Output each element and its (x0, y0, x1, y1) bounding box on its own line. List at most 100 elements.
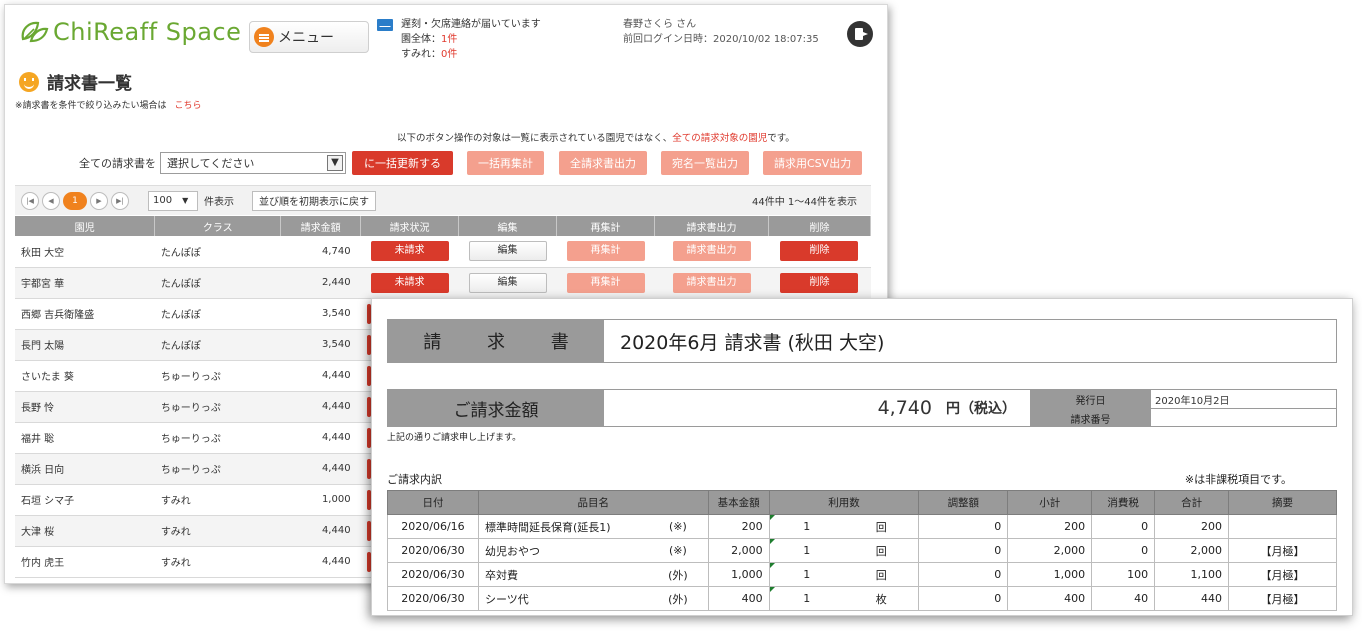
per-page-select[interactable]: 100 ▼ (148, 190, 198, 211)
filter-note: ※請求書を条件で絞り込みたい場合は こちら (15, 98, 202, 111)
item-name: 幼児おやつ (477, 538, 649, 563)
bulk-recalc-button[interactable]: 一括再集計 (467, 151, 544, 175)
bulk-status-select[interactable]: 選択してください ▼ (160, 152, 346, 174)
status-button[interactable] (366, 334, 371, 355)
status-button[interactable] (366, 489, 371, 510)
table-header-row: 園児 クラス 請求金額 請求状況 編集 再集計 請求書出力 削除 (15, 216, 872, 236)
notice-all-count[interactable]: 1件 (441, 34, 457, 45)
status-button[interactable] (366, 427, 371, 448)
col-amount[interactable]: 請求金額 (280, 216, 362, 236)
notice-class-count[interactable]: 0件 (441, 49, 457, 60)
notice-class-label: すみれ： (401, 49, 441, 60)
item-date: 2020/06/30 (387, 538, 479, 563)
item-date: 2020/06/16 (387, 514, 479, 539)
tax-note: ※は非課税項目です。 (1184, 473, 1292, 486)
pagination-bar: |◀ ◀ 1 ▶ ▶| 100 ▼ 件表示 並び順を初期表示に戻す 44件中 1～… (15, 185, 871, 215)
item-mark: (※) (648, 538, 709, 563)
item-adjust: 0 (918, 586, 1009, 611)
invoice-amount: 3,540 (280, 329, 361, 361)
status-button[interactable] (366, 551, 371, 572)
filter-link[interactable]: こちら (175, 101, 202, 111)
bulk-action-bar: 全ての請求書を 選択してください ▼ に一括更新する 一括再集計 全請求書出力 … (79, 151, 863, 175)
address-list-output-button[interactable]: 宛名一覧出力 (661, 151, 749, 175)
status-button[interactable] (366, 365, 371, 386)
all-invoice-output-button[interactable]: 全請求書出力 (559, 151, 647, 175)
first-page-button[interactable]: |◀ (21, 191, 39, 210)
status-button[interactable]: 未請求 (370, 241, 449, 262)
per-page-label: 件表示 (204, 197, 234, 208)
invoice-document-window: 請 求 書 2020年6月 請求書 (秋田 大空) ご請求金額 4,740 円（… (371, 298, 1353, 616)
reset-sort-button[interactable]: 並び順を初期表示に戻す (252, 190, 376, 211)
col-qty: 利用数 (768, 490, 920, 515)
chevron-down-icon[interactable]: ▼ (327, 155, 343, 171)
child-class: ちゅーりっぷ (154, 453, 281, 485)
status-button[interactable]: 未請求 (370, 272, 449, 293)
invoice-amount: 4,440 (280, 360, 361, 392)
app-logo[interactable]: ChiReaff Space (19, 15, 241, 49)
invoice-header: 請 求 書 2020年6月 請求書 (秋田 大空) (387, 319, 1337, 363)
col-base: 基本金額 (707, 490, 770, 515)
status-button[interactable] (366, 458, 371, 479)
item-mark: (外) (648, 586, 709, 611)
item-tax: 0 (1091, 538, 1156, 563)
item-mark: (※) (648, 514, 709, 539)
notice-message: 遅刻・欠席連絡が届いています (401, 19, 541, 30)
item-mark: (外) (648, 562, 709, 587)
status-button[interactable] (366, 396, 371, 417)
invoice-amount: 4,440 (280, 391, 361, 423)
item-name: 卒対費 (477, 562, 649, 587)
amount-value: 4,740 (877, 397, 932, 419)
current-page[interactable]: 1 (63, 191, 87, 210)
invoice-amount: 4,440 (280, 453, 361, 485)
absence-notice[interactable]: 遅刻・欠席連絡が届いています 園全体：1件 すみれ：0件 (377, 17, 541, 62)
issue-date-label: 発行日 (1030, 390, 1150, 409)
prev-page-button[interactable]: ◀ (42, 191, 60, 210)
child-name: 長野 怜 (15, 391, 155, 423)
delete-button[interactable]: 削除 (780, 272, 859, 293)
edit-button[interactable]: 編集 (468, 272, 547, 293)
child-name: 石垣 シマ子 (15, 484, 155, 516)
csv-output-button[interactable]: 請求用CSV出力 (763, 151, 863, 175)
invoice-item-row: 2020/06/30 幼児おやつ (※) 2,000 1 回 0 2,000 0… (387, 538, 1337, 563)
amount-unit: 円（税込） (946, 401, 1016, 417)
child-class: ちゅーりっぷ (154, 360, 281, 392)
bulk-select-value: 選択してください (167, 157, 255, 170)
menu-button[interactable]: メニュー (249, 21, 369, 53)
item-unit: 枚 (844, 586, 920, 611)
item-qty: 1 (803, 592, 811, 605)
cell-marker (769, 539, 775, 544)
amount-label: ご請求金額 (388, 390, 604, 426)
item-total: 200 (1154, 514, 1230, 539)
status-button[interactable] (366, 303, 371, 324)
item-total: 1,100 (1154, 562, 1230, 587)
invoice-no-value (1150, 409, 1336, 427)
smile-icon (19, 71, 39, 92)
breakdown-title: ご請求内訳 (387, 473, 442, 486)
invoice-output-button[interactable]: 請求書出力 (672, 241, 751, 262)
child-class: ちゅーりっぷ (154, 422, 281, 454)
last-page-button[interactable]: ▶| (111, 191, 129, 210)
child-name: さいたま 葵 (15, 360, 155, 392)
item-adjust: 0 (918, 538, 1009, 563)
delete-button[interactable]: 削除 (780, 241, 859, 262)
col-child[interactable]: 園児 (15, 216, 156, 236)
status-button[interactable] (366, 520, 371, 541)
invoice-output-button[interactable]: 請求書出力 (672, 272, 751, 293)
child-name: 西郷 吉兵衛隆盛 (15, 298, 155, 330)
edit-button[interactable]: 編集 (468, 241, 547, 262)
logo-text: ChiReaff Space (53, 18, 242, 46)
col-class[interactable]: クラス (154, 216, 282, 236)
recalc-button[interactable]: 再集計 (566, 272, 645, 293)
cell-marker (769, 563, 775, 568)
child-class: たんぽぽ (154, 267, 281, 299)
invoice-amount: 3,540 (280, 298, 361, 330)
recalc-button[interactable]: 再集計 (566, 241, 645, 262)
invoice-item-row: 2020/06/30 シーツ代 (外) 400 1 枚 0 400 40 440… (387, 586, 1337, 611)
logout-icon[interactable] (847, 21, 873, 47)
invoice-amount: 1,000 (280, 484, 361, 516)
next-page-button[interactable]: ▶ (90, 191, 108, 210)
item-unit: 回 (844, 514, 920, 539)
item-subtotal: 200 (1007, 514, 1093, 539)
bulk-update-button[interactable]: に一括更新する (352, 151, 453, 175)
user-name: 春野さくら さん (623, 19, 697, 30)
